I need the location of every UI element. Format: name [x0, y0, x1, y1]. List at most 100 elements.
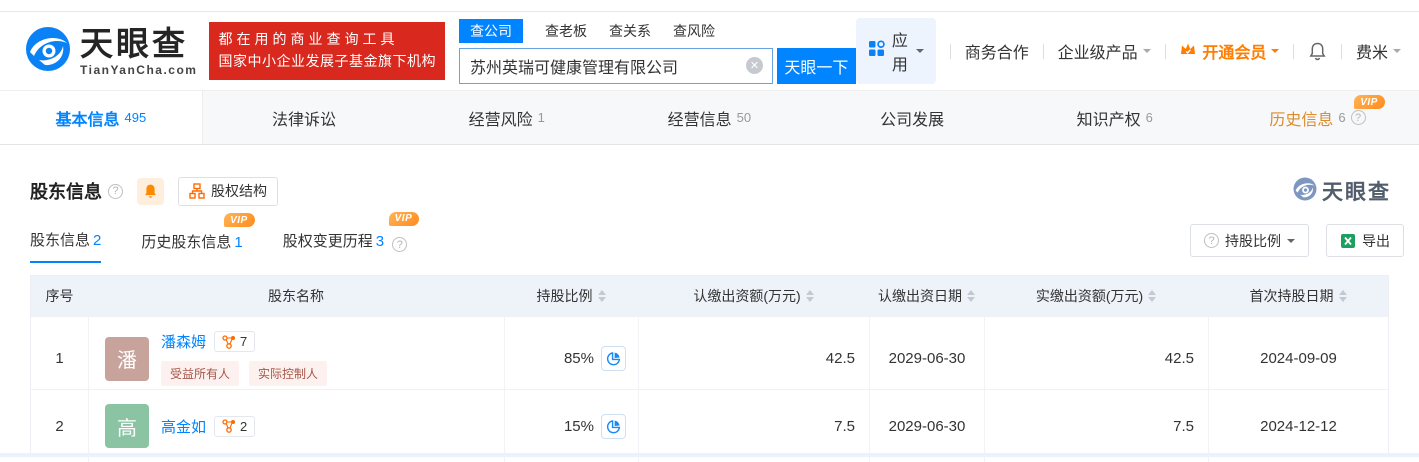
help-icon: ? [1204, 233, 1219, 248]
header-cell-paid-amount[interactable]: 实缴出资额(万元) [984, 276, 1208, 316]
excel-icon [1341, 233, 1355, 248]
username-label: 费米 [1356, 45, 1389, 62]
export-button[interactable]: 导出 [1326, 224, 1404, 257]
menu-item-business[interactable]: 商务合作 [965, 39, 1029, 63]
equity-structure-label: 股权结构 [211, 183, 267, 199]
table-header-row: 序号 股东名称 持股比例 认缴出资额(万元) 认缴出资日期 实缴出资额(万元) … [31, 276, 1388, 316]
cell-ratio: 85% [504, 317, 638, 400]
notifications-bell-button[interactable] [1308, 41, 1327, 61]
nav-tab-count: 1 [537, 110, 545, 125]
cell-shareholder: 潘 潘森姆 7 受益所有人 实际控制人 [88, 317, 504, 400]
cell-paid-amount: 7.5 [984, 390, 1208, 462]
clear-search-icon[interactable]: ✕ [745, 57, 763, 74]
chevron-down-icon [1287, 238, 1295, 247]
site-header: 天眼查 TianYanCha.com 都在用的商业查询工具 国家中小企业发展子基… [0, 12, 1419, 90]
nav-tab-history-info[interactable]: VIP 历史信息 6 ? [1216, 91, 1419, 144]
search-tabs: 查公司 查老板 查关系 查风险 [458, 18, 856, 43]
search-input[interactable] [459, 48, 772, 83]
nav-tab-operating-risk[interactable]: 经营风险 1 [405, 91, 608, 144]
related-companies-count: 2 [240, 418, 248, 434]
header-cell-first-holding-date[interactable]: 首次持股日期 [1208, 276, 1388, 316]
relation-graph-icon [222, 334, 236, 349]
tianyancha-logo[interactable]: 天眼查 TianYanCha.com [25, 26, 197, 77]
cell-shareholder: 高 高金如 2 [88, 390, 504, 462]
nav-tab-business-info[interactable]: 经营信息 50 [608, 91, 811, 144]
subtab-historical-shareholders[interactable]: VIP 历史股东信息 1 [141, 213, 255, 263]
nav-tab-basic-info[interactable]: 基本信息 495 [0, 91, 203, 144]
table-actions: ? 持股比例 导出 [1190, 224, 1404, 263]
ratio-value: 15% [563, 417, 594, 435]
ratio-filter-label: 持股比例 [1225, 232, 1281, 249]
relation-graph-icon [222, 419, 236, 433]
nav-tab-count: 6 [1145, 110, 1153, 125]
header-cell-subscribed-date[interactable]: 认缴出资日期 [869, 276, 984, 316]
shareholder-link[interactable]: 潘森姆 [161, 331, 206, 352]
search-block: 查公司 查老板 查关系 查风险 ✕ 天眼一下 [458, 18, 856, 84]
slogan-line-1: 都在用的商业查询工具 [218, 31, 399, 48]
search-tab-risk[interactable]: 查风险 [673, 19, 715, 43]
nav-tab-label: 经营风险 [468, 111, 533, 129]
search-button[interactable]: 天眼一下 [776, 47, 856, 84]
subtab-label: 股权变更历程 [282, 232, 373, 250]
help-icon[interactable]: ? [392, 237, 408, 252]
subtab-label: 股东信息 [30, 232, 91, 249]
tianyancha-eye-icon [1293, 177, 1317, 206]
avatar[interactable]: 潘 [105, 336, 149, 381]
cell-ratio: 15% [504, 390, 638, 462]
nav-tab-label: 历史信息 [1269, 111, 1334, 129]
apps-button[interactable]: 应用 [855, 18, 936, 84]
apps-label: 应用 [891, 33, 908, 74]
bell-icon [1309, 42, 1326, 61]
bell-icon [145, 184, 156, 198]
help-icon[interactable]: ? [1350, 110, 1366, 125]
related-companies-badge[interactable]: 7 [214, 331, 256, 352]
subtab-equity-change-history[interactable]: VIP 股权变更历程 3 ? [282, 211, 420, 264]
cell-index: 2 [55, 417, 64, 435]
chevron-down-icon [1271, 49, 1280, 57]
ratio-filter-button[interactable]: ? 持股比例 [1190, 224, 1309, 257]
chevron-down-icon [915, 49, 924, 57]
sort-icon[interactable] [597, 290, 606, 302]
vip-badge: VIP [1354, 95, 1385, 109]
tag-beneficial-owner: 受益所有人 [161, 361, 240, 386]
tag-actual-controller: 实际控制人 [249, 361, 328, 386]
shareholders-table: 序号 股东名称 持股比例 认缴出资额(万元) 认缴出资日期 实缴出资额(万元) … [30, 275, 1389, 462]
pie-chart-icon[interactable] [601, 413, 626, 439]
vip-badge: VIP [388, 211, 420, 226]
sort-icon[interactable] [1338, 290, 1347, 302]
equity-structure-button[interactable]: 股权结构 [178, 176, 278, 206]
pie-chart-icon[interactable] [601, 346, 626, 371]
nav-tab-company-development[interactable]: 公司发展 [811, 91, 1014, 144]
nav-tab-label: 知识产权 [1076, 111, 1141, 129]
sort-icon[interactable] [967, 290, 975, 302]
cell-paid-amount: 42.5 [984, 317, 1208, 400]
divider [1341, 43, 1343, 59]
search-tab-company[interactable]: 查公司 [458, 18, 523, 43]
subscribe-bell-button[interactable] [137, 177, 164, 205]
related-companies-badge[interactable]: 2 [214, 415, 256, 437]
subtab-shareholders[interactable]: 股东信息 2 [30, 213, 102, 263]
cell-subscribed-date: 2029-06-30 [869, 390, 984, 462]
divider [1042, 43, 1044, 59]
header-cell-ratio[interactable]: 持股比例 [504, 276, 638, 316]
open-vip-button[interactable]: 开通会员 [1179, 39, 1280, 63]
next-section-edge [0, 453, 1419, 457]
nav-tab-legal[interactable]: 法律诉讼 [203, 91, 406, 144]
menu-item-enterprise[interactable]: 企业级产品 [1058, 39, 1151, 63]
vip-badge: VIP [224, 213, 255, 227]
avatar[interactable]: 高 [105, 404, 149, 448]
user-account-menu[interactable]: 费米 [1356, 39, 1402, 63]
business-label: 商务合作 [964, 45, 1029, 62]
help-icon[interactable]: ? [108, 183, 123, 199]
nav-tab-label: 基本信息 [55, 111, 120, 129]
shareholder-subtabs: 股东信息 2 VIP 历史股东信息 1 VIP 股权变更历程 3 ? ? 持股比例 导… [30, 211, 1404, 264]
shareholder-link[interactable]: 高金如 [161, 416, 206, 437]
sort-icon[interactable] [1148, 290, 1157, 302]
search-tab-boss[interactable]: 查老板 [545, 19, 587, 43]
header-cell-subscribed-amount[interactable]: 认缴出资额(万元) [638, 276, 869, 316]
sort-icon[interactable] [805, 290, 814, 302]
table-row: 1 潘 潘森姆 7 受益所有人 实际控制人 85% 42.5 2029-06-3… [31, 316, 1388, 400]
nav-tab-intellectual-property[interactable]: 知识产权 6 [1013, 91, 1216, 144]
search-tab-relation[interactable]: 查关系 [609, 19, 651, 43]
subtab-count: 1 [234, 234, 243, 251]
